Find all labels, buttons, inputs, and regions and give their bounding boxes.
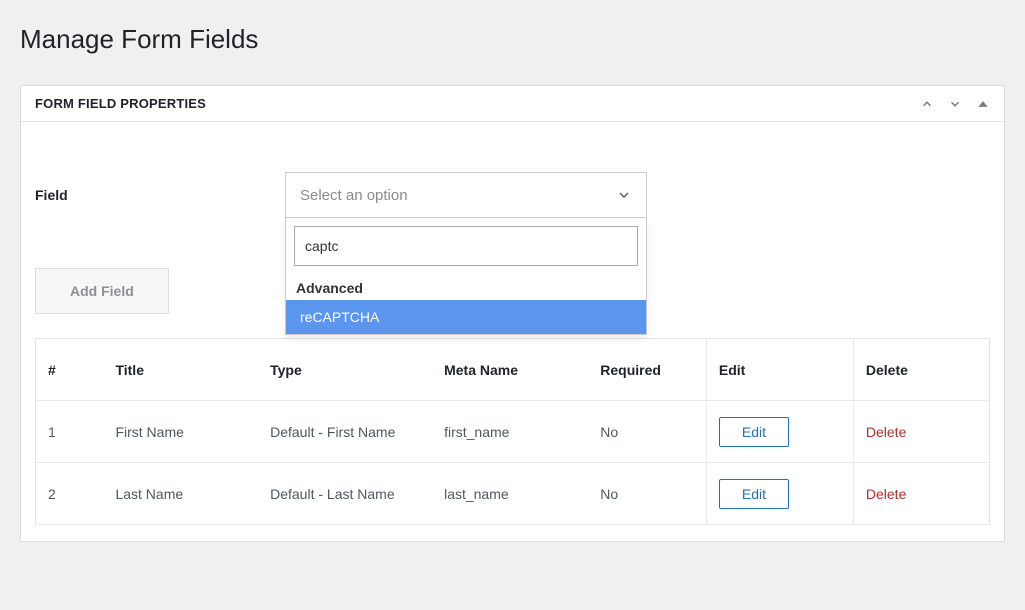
cell-required: No — [588, 401, 706, 463]
cell-delete: Delete — [853, 401, 989, 463]
fields-table: # Title Type Meta Name Required Edit Del… — [35, 338, 990, 525]
delete-button[interactable]: Delete — [866, 424, 906, 440]
cell-required: No — [588, 463, 706, 525]
table-row: 2 Last Name Default - Last Name last_nam… — [36, 463, 990, 525]
field-select[interactable]: Select an option — [285, 172, 647, 218]
add-field-button[interactable]: Add Field — [35, 268, 169, 314]
page-title: Manage Form Fields — [20, 24, 1005, 55]
cell-type: Default - First Name — [258, 401, 432, 463]
chevron-down-icon — [616, 187, 632, 203]
th-delete: Delete — [853, 339, 989, 401]
field-select-placeholder: Select an option — [300, 187, 408, 204]
th-title: Title — [103, 339, 258, 401]
fields-table-head: # Title Type Meta Name Required Edit Del… — [36, 339, 990, 401]
cell-title: Last Name — [103, 463, 258, 525]
th-index: # — [36, 339, 104, 401]
dropdown-search-input[interactable] — [294, 226, 638, 266]
edit-button[interactable]: Edit — [719, 479, 789, 509]
th-type: Type — [258, 339, 432, 401]
collapse-icon[interactable] — [976, 97, 990, 111]
cell-title: First Name — [103, 401, 258, 463]
table-row: 1 First Name Default - First Name first_… — [36, 401, 990, 463]
field-label: Field — [35, 187, 285, 203]
delete-button[interactable]: Delete — [866, 486, 906, 502]
cell-delete: Delete — [853, 463, 989, 525]
panel-title: FORM FIELD PROPERTIES — [35, 96, 206, 111]
field-select-wrap: Select an option Advanced reCAPTCHA — [285, 172, 647, 218]
form-field-properties-panel: FORM FIELD PROPERTIES Field Select an op — [20, 85, 1005, 542]
edit-button[interactable]: Edit — [719, 417, 789, 447]
move-up-icon[interactable] — [920, 97, 934, 111]
dropdown-option-recaptcha[interactable]: reCAPTCHA — [286, 300, 646, 334]
cell-edit: Edit — [706, 463, 853, 525]
th-required: Required — [588, 339, 706, 401]
field-selector-row: Field Select an option Advanced reCAPTCH — [35, 172, 990, 218]
panel-controls — [920, 97, 990, 111]
cell-index: 2 — [36, 463, 104, 525]
th-edit: Edit — [706, 339, 853, 401]
dropdown-search-wrap — [286, 218, 646, 274]
cell-type: Default - Last Name — [258, 463, 432, 525]
dropdown-group-label: Advanced — [286, 274, 646, 300]
cell-meta: first_name — [432, 401, 588, 463]
panel-header: FORM FIELD PROPERTIES — [21, 86, 1004, 122]
th-meta: Meta Name — [432, 339, 588, 401]
page-root: Manage Form Fields FORM FIELD PROPERTIES… — [0, 0, 1025, 610]
cell-index: 1 — [36, 401, 104, 463]
cell-meta: last_name — [432, 463, 588, 525]
fields-table-body: 1 First Name Default - First Name first_… — [36, 401, 990, 525]
field-select-dropdown: Advanced reCAPTCHA — [285, 218, 647, 335]
cell-edit: Edit — [706, 401, 853, 463]
panel-body: Field Select an option Advanced reCAPTCH — [21, 122, 1004, 541]
move-down-icon[interactable] — [948, 97, 962, 111]
